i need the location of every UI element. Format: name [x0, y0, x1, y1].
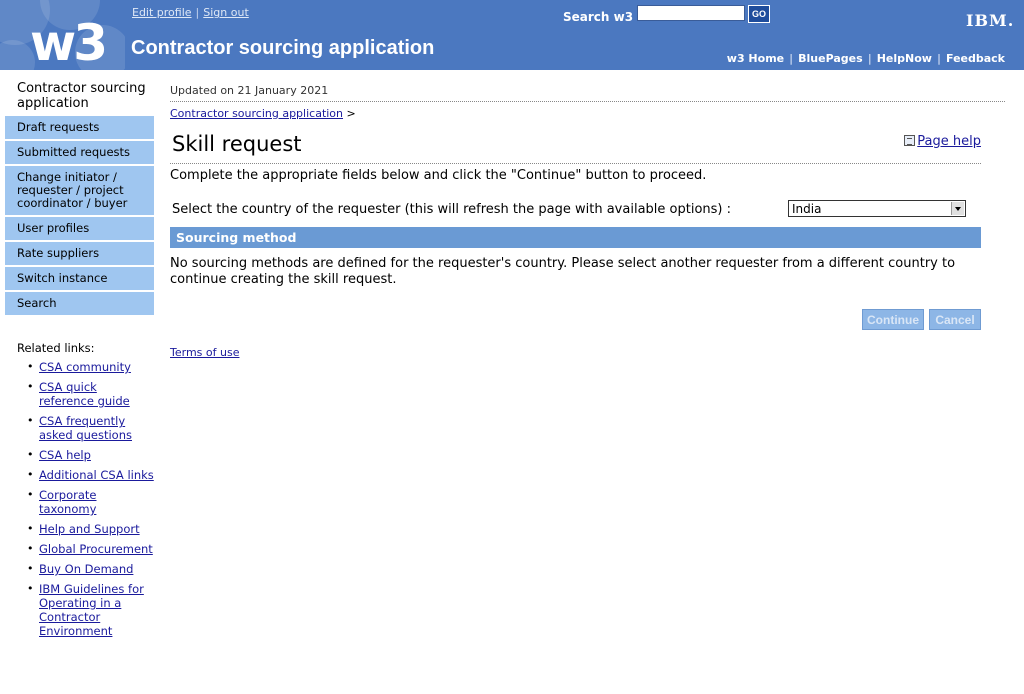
related-link-csa-community[interactable]: CSA community: [39, 360, 131, 374]
left-nav: Contractor sourcing application Draft re…: [5, 78, 155, 315]
breadcrumb-link[interactable]: Contractor sourcing application: [170, 107, 343, 120]
related-link-corporate-taxonomy[interactable]: Corporate taxonomy: [39, 488, 97, 516]
site-title[interactable]: Contractor sourcing application: [131, 37, 434, 60]
related-links: Related links: CSA community CSA quick r…: [17, 341, 155, 644]
feedback-link[interactable]: Feedback: [941, 52, 1010, 65]
related-link-global-procurement[interactable]: Global Procurement: [39, 542, 153, 556]
list-item: IBM Guidelines for Operating in a Contra…: [27, 582, 155, 638]
nav-item-submitted-requests[interactable]: Submitted requests: [5, 141, 155, 164]
w3-home-link[interactable]: w3 Home: [722, 52, 789, 65]
country-select-value: India: [792, 202, 822, 216]
sign-out-link[interactable]: Sign out: [203, 6, 249, 19]
go-button[interactable]: GO: [748, 5, 770, 23]
list-item: CSA frequently asked questions: [27, 414, 155, 442]
masthead: w3 Edit profile | Sign out Contractor sour…: [0, 0, 1024, 70]
page-help-icon[interactable]: [904, 135, 916, 146]
terms-of-use: Terms of use: [170, 346, 239, 359]
continue-button[interactable]: Continue: [862, 309, 924, 330]
nav-item-rate-suppliers[interactable]: Rate suppliers: [5, 242, 155, 265]
list-item: CSA community: [27, 360, 155, 374]
related-links-list: CSA community CSA quick reference guide …: [17, 360, 155, 638]
ibm-logo[interactable]: IBM.: [966, 11, 1014, 30]
country-row: Select the country of the requester (thi…: [172, 200, 981, 217]
updated-date: Updated on 21 January 2021: [170, 84, 1005, 102]
main-content: Updated on 21 January 2021 Contractor so…: [170, 84, 1005, 359]
list-item: CSA quick reference guide: [27, 380, 155, 408]
related-link-additional-csa[interactable]: Additional CSA links: [39, 468, 154, 482]
edit-profile-link[interactable]: Edit profile: [132, 6, 192, 19]
breadcrumb-separator: >: [346, 107, 356, 120]
list-item: Help and Support: [27, 522, 155, 536]
w3-logo[interactable]: w3: [0, 0, 125, 70]
sourcing-message: No sourcing methods are defined for the …: [170, 256, 956, 287]
profile-separator: |: [195, 6, 200, 19]
nav-item-switch-instance[interactable]: Switch instance: [5, 267, 155, 290]
profile-links: Edit profile | Sign out: [132, 6, 249, 19]
related-link-csa-faq[interactable]: CSA frequently asked questions: [39, 414, 132, 442]
helpnow-link[interactable]: HelpNow: [872, 52, 937, 65]
search-input[interactable]: [637, 5, 745, 21]
nav-item-draft-requests[interactable]: Draft requests: [5, 116, 155, 139]
w3-logo-text: w3: [30, 14, 108, 70]
list-item: Corporate taxonomy: [27, 488, 155, 516]
related-link-csa-help[interactable]: CSA help: [39, 448, 91, 462]
nav-title: Contractor sourcing application: [17, 81, 146, 111]
page-help-link[interactable]: Page help: [917, 134, 981, 149]
nav-item-change-initiator[interactable]: Change initiator / requester / project c…: [5, 166, 155, 215]
related-link-buy-on-demand[interactable]: Buy On Demand: [39, 562, 133, 576]
page-title: Skill request: [172, 132, 302, 156]
list-item: Buy On Demand: [27, 562, 155, 576]
related-link-csa-quick-reference[interactable]: CSA quick reference guide: [39, 380, 130, 408]
related-link-ibm-guidelines[interactable]: IBM Guidelines for Operating in a Contra…: [39, 582, 144, 638]
related-links-title: Related links:: [17, 341, 95, 355]
nav-item-user-profiles[interactable]: User profiles: [5, 217, 155, 240]
sourcing-method-header: Sourcing method: [170, 227, 981, 248]
search-label: Search w3: [563, 10, 634, 24]
list-item: Additional CSA links: [27, 468, 155, 482]
title-divider: [170, 163, 981, 164]
instructions-text: Complete the appropriate fields below an…: [170, 168, 707, 183]
dropdown-arrow-icon[interactable]: [951, 202, 964, 215]
top-links: w3 Home | BluePages | HelpNow | Feedback: [722, 52, 1010, 65]
bluepages-link[interactable]: BluePages: [793, 52, 868, 65]
list-item: Global Procurement: [27, 542, 155, 556]
list-item: CSA help: [27, 448, 155, 462]
country-select[interactable]: India: [788, 200, 966, 217]
page-help: Page help: [904, 134, 981, 149]
nav-item-search[interactable]: Search: [5, 292, 155, 315]
breadcrumb: Contractor sourcing application >: [170, 107, 981, 120]
cancel-button[interactable]: Cancel: [929, 309, 981, 330]
country-label: Select the country of the requester (thi…: [172, 202, 731, 217]
terms-of-use-link[interactable]: Terms of use: [170, 346, 239, 359]
related-link-help-support[interactable]: Help and Support: [39, 522, 140, 536]
